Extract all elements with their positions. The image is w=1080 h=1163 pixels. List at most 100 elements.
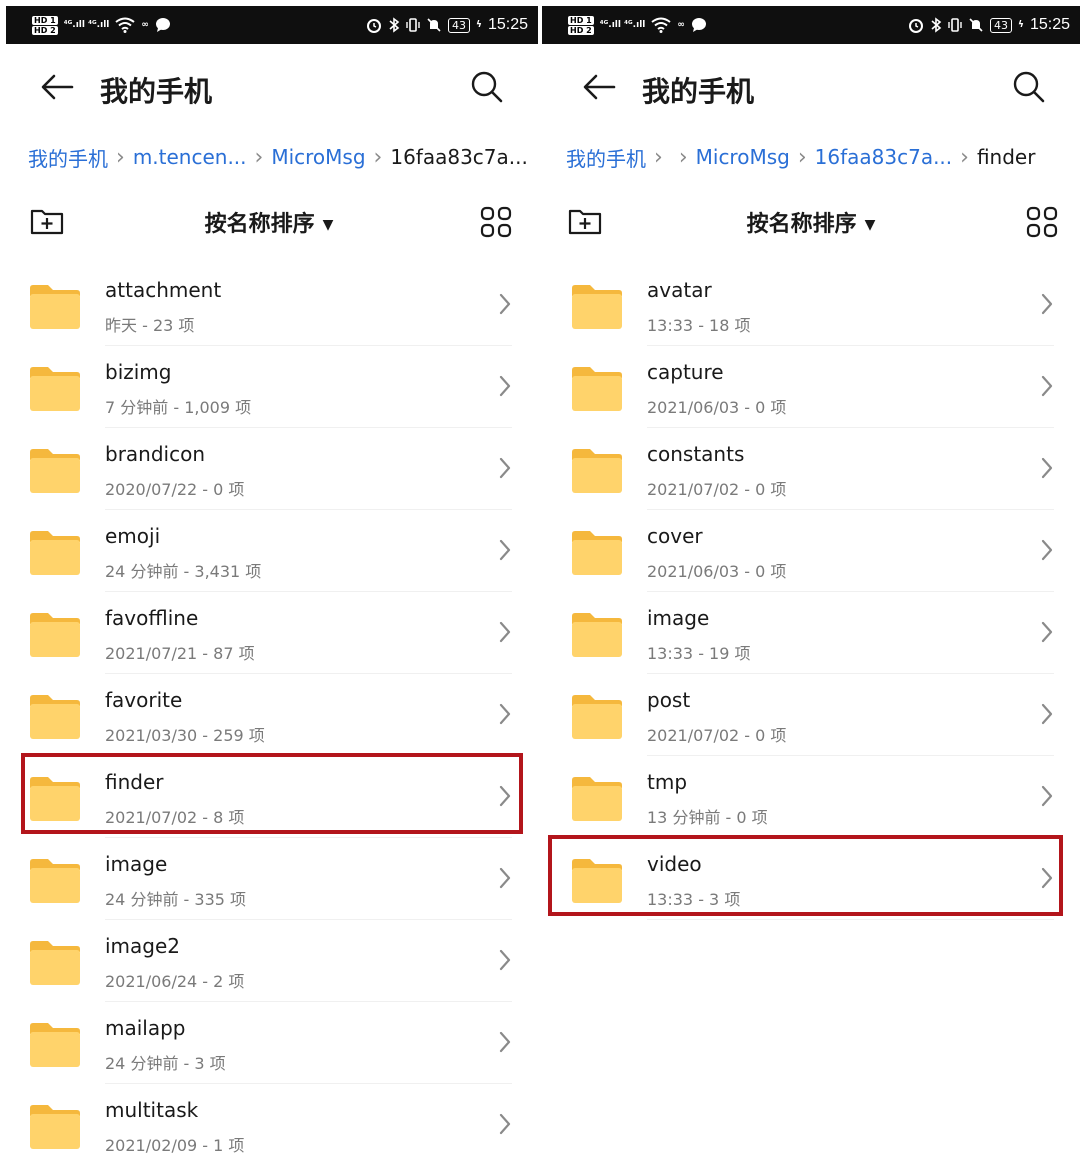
back-arrow-icon[interactable] bbox=[582, 72, 618, 102]
folder-name: image bbox=[647, 606, 710, 630]
folder-row-image2[interactable]: image2 2021/06/24 - 2 项 bbox=[0, 920, 538, 1002]
breadcrumb-current: finder bbox=[976, 145, 1036, 169]
back-arrow-icon[interactable] bbox=[40, 72, 76, 102]
folder-row-tmp[interactable]: tmp 13 分钟前 - 0 项 bbox=[542, 756, 1080, 838]
breadcrumb-item[interactable]: MicroMsg bbox=[696, 145, 790, 169]
search-icon[interactable] bbox=[470, 70, 504, 104]
breadcrumb: 我的手机 › m.tencen... › MicroMsg › 16faa83c… bbox=[28, 140, 528, 174]
link-icon: ∞ bbox=[141, 20, 149, 30]
grid-view-icon[interactable] bbox=[480, 206, 512, 238]
divider bbox=[647, 919, 1054, 920]
vibrate-icon bbox=[406, 18, 420, 32]
clock: 15:25 bbox=[487, 16, 528, 33]
folder-name: mailapp bbox=[105, 1016, 186, 1040]
folder-meta: 24 分钟前 - 3,431 项 bbox=[105, 562, 262, 581]
chevron-right-icon: › bbox=[960, 144, 969, 170]
breadcrumb: 我的手机 › › MicroMsg › 16faa83c7a... › find… bbox=[566, 140, 1070, 174]
chevron-right-icon bbox=[499, 785, 511, 807]
app-bar: 我的手机 bbox=[542, 58, 1080, 118]
folder-name: capture bbox=[647, 360, 724, 384]
breadcrumb-item[interactable]: m.tencen... bbox=[133, 145, 247, 169]
caret-down-icon: ▼ bbox=[322, 217, 334, 233]
app-bar: 我的手机 bbox=[0, 58, 538, 118]
folder-row-attachment[interactable]: attachment 昨天 - 23 项 bbox=[0, 264, 538, 346]
sort-label: 按名称排序 bbox=[204, 212, 315, 237]
search-icon[interactable] bbox=[1012, 70, 1046, 104]
chevron-right-icon: › bbox=[678, 144, 688, 170]
chevron-right-icon bbox=[499, 1113, 511, 1135]
folder-icon bbox=[30, 777, 80, 821]
chevron-right-icon bbox=[499, 703, 511, 725]
folder-meta: 24 分钟前 - 335 项 bbox=[105, 890, 247, 909]
sort-dropdown[interactable]: 按名称排序 ▼ bbox=[0, 206, 538, 238]
chevron-right-icon bbox=[1041, 457, 1053, 479]
folder-row-favoffline[interactable]: favoffline 2021/07/21 - 87 项 bbox=[0, 592, 538, 674]
breadcrumb-item[interactable]: 我的手机 bbox=[28, 143, 108, 172]
folder-name: image bbox=[105, 852, 168, 876]
signal-icon: ⁴ᴳ.ıll ⁴ᴳ.ıll bbox=[63, 20, 110, 30]
chevron-right-icon bbox=[1041, 703, 1053, 725]
bluetooth-icon bbox=[389, 17, 400, 33]
folder-name: video bbox=[647, 852, 702, 876]
folder-meta: 2021/03/30 - 259 项 bbox=[105, 726, 265, 745]
folder-meta: 13 分钟前 - 0 项 bbox=[647, 808, 768, 827]
folder-row-multitask[interactable]: multitask 2021/02/09 - 1 项 bbox=[0, 1084, 538, 1163]
folder-icon bbox=[572, 613, 622, 657]
folder-meta: 2021/07/21 - 87 项 bbox=[105, 644, 255, 663]
folder-row-image[interactable]: image 24 分钟前 - 335 项 bbox=[0, 838, 538, 920]
grid-view-icon[interactable] bbox=[1026, 206, 1058, 238]
chevron-right-icon bbox=[499, 457, 511, 479]
folder-icon bbox=[30, 1023, 80, 1067]
folder-row-bizimg[interactable]: bizimg 7 分钟前 - 1,009 项 bbox=[0, 346, 538, 428]
caret-down-icon: ▼ bbox=[864, 217, 876, 233]
folder-row-finder[interactable]: finder 2021/07/02 - 8 项 bbox=[0, 756, 538, 838]
breadcrumb-item[interactable]: 16faa83c7a... bbox=[815, 145, 953, 169]
battery-icon: 43 bbox=[990, 17, 1013, 33]
folder-meta: 2020/07/22 - 0 项 bbox=[105, 480, 245, 499]
sort-dropdown[interactable]: 按名称排序 ▼ bbox=[542, 206, 1080, 238]
folder-list: attachment 昨天 - 23 项 bizimg 7 分钟前 - 1,009 项… bbox=[0, 264, 538, 1163]
folder-name: image2 bbox=[105, 934, 181, 958]
hd-badges: HD 1 HD 2 bbox=[32, 15, 58, 35]
folder-meta: 2021/07/02 - 0 项 bbox=[647, 480, 787, 499]
folder-meta: 13:33 - 19 项 bbox=[647, 644, 751, 663]
folder-name: avatar bbox=[647, 278, 712, 302]
chevron-right-icon: › bbox=[254, 144, 264, 170]
folder-meta: 24 分钟前 - 3 项 bbox=[105, 1054, 226, 1073]
folder-row-post[interactable]: post 2021/07/02 - 0 项 bbox=[542, 674, 1080, 756]
folder-row-avatar[interactable]: avatar 13:33 - 18 项 bbox=[542, 264, 1080, 346]
alarm-icon bbox=[367, 19, 382, 33]
sort-label: 按名称排序 bbox=[746, 212, 857, 237]
message-icon bbox=[691, 18, 706, 32]
toolbar: 按名称排序 ▼ bbox=[542, 200, 1080, 246]
folder-row-image[interactable]: image 13:33 - 19 项 bbox=[542, 592, 1080, 674]
folder-icon bbox=[572, 859, 622, 903]
folder-row-capture[interactable]: capture 2021/06/03 - 0 项 bbox=[542, 346, 1080, 428]
folder-meta: 2021/06/03 - 0 项 bbox=[647, 562, 787, 581]
breadcrumb-item[interactable]: 我的手机 bbox=[566, 143, 646, 172]
folder-row-video[interactable]: video 13:33 - 3 项 bbox=[542, 838, 1080, 920]
breadcrumb-item[interactable]: MicroMsg bbox=[271, 145, 365, 169]
folder-icon bbox=[572, 285, 622, 329]
folder-name: tmp bbox=[647, 770, 688, 794]
folder-meta: 2021/02/09 - 1 项 bbox=[105, 1136, 245, 1155]
folder-row-favorite[interactable]: favorite 2021/03/30 - 259 项 bbox=[0, 674, 538, 756]
page-title: 我的手机 bbox=[100, 75, 213, 108]
folder-list: avatar 13:33 - 18 项 capture 2021/06/03 - 0 … bbox=[542, 264, 1080, 920]
folder-row-cover[interactable]: cover 2021/06/03 - 0 项 bbox=[542, 510, 1080, 592]
folder-row-brandicon[interactable]: brandicon 2020/07/22 - 0 项 bbox=[0, 428, 538, 510]
folder-row-mailapp[interactable]: mailapp 24 分钟前 - 3 项 bbox=[0, 1002, 538, 1084]
vibrate-icon bbox=[948, 18, 962, 32]
wifi-icon bbox=[651, 17, 671, 33]
folder-meta: 昨天 - 23 项 bbox=[105, 316, 195, 335]
folder-icon bbox=[572, 777, 622, 821]
folder-meta: 13:33 - 18 项 bbox=[647, 316, 751, 335]
folder-row-emoji[interactable]: emoji 24 分钟前 - 3,431 项 bbox=[0, 510, 538, 592]
folder-meta: 7 分钟前 - 1,009 项 bbox=[105, 398, 252, 417]
folder-name: constants bbox=[647, 442, 745, 466]
chevron-right-icon: › bbox=[116, 144, 125, 170]
folder-row-constants[interactable]: constants 2021/07/02 - 0 项 bbox=[542, 428, 1080, 510]
hd-badges: HD 1 HD 2 bbox=[568, 15, 594, 35]
folder-name: multitask bbox=[105, 1098, 199, 1122]
chevron-right-icon bbox=[499, 621, 511, 643]
